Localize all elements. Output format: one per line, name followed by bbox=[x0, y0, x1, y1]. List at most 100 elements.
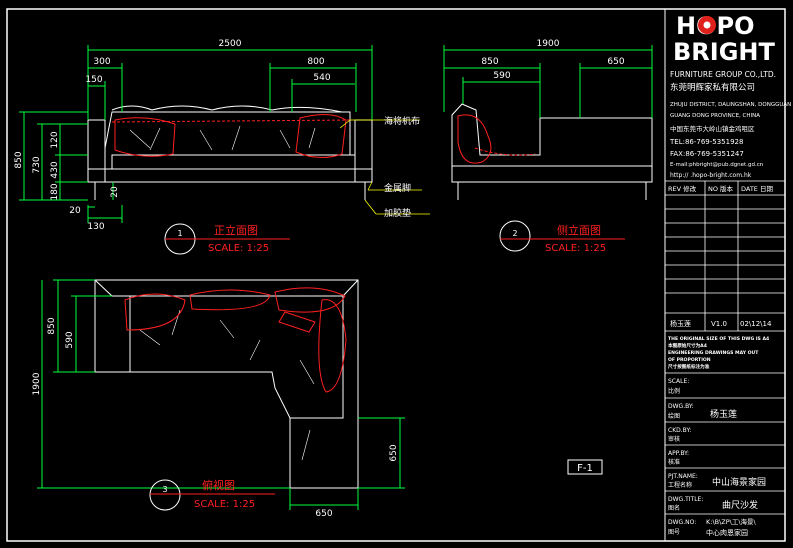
dim-front-seat-height: 430 bbox=[50, 161, 60, 178]
checked-by-label-cn: 审核 bbox=[668, 435, 680, 443]
project-label-cn: 工程名称 bbox=[668, 481, 692, 489]
callout-metal-leg: 金属脚 bbox=[384, 182, 411, 194]
drawing-title-label: DWG.TITLE: bbox=[668, 496, 703, 503]
dim-front-back-height: 730 bbox=[32, 156, 42, 173]
drawn-by-label-cn: 绘图 bbox=[668, 412, 680, 420]
info-table-labels: SCALE: 比例 DWG.BY: 绘图 杨玉莲 CKD.BY: 审核 APP.… bbox=[668, 378, 766, 537]
dim-front-seat-back: 800 bbox=[307, 57, 324, 67]
plan-view-title: 俯视图 bbox=[202, 478, 235, 492]
checked-by-label: CKD.BY: bbox=[668, 427, 691, 434]
drawing-title-value: 曲尺沙发 bbox=[722, 499, 758, 511]
dim-side-seat-depth: 850 bbox=[481, 57, 498, 67]
scale-label-cn: 比例 bbox=[668, 387, 680, 395]
sheet-label: F-1 bbox=[577, 463, 593, 474]
plan-corner-a bbox=[94, 279, 113, 297]
revision-table-headers: REV 修改 NO 版本 DATE 日期 bbox=[668, 184, 773, 193]
company-name-cn: 东莞明辉家私有限公司 bbox=[670, 82, 755, 93]
front-right-cushion bbox=[295, 114, 347, 158]
plan-cushion-mid bbox=[189, 289, 271, 311]
plan-cushion-left bbox=[124, 293, 186, 331]
dim-front-leg-height: 180 bbox=[50, 183, 60, 200]
plan-cushion-small bbox=[278, 311, 316, 333]
drawn-by-value: 杨玉莲 bbox=[710, 408, 737, 420]
front-left-cushion bbox=[114, 117, 176, 157]
company-name-en: FURNITURE GROUP CO.,LTD. bbox=[670, 70, 776, 79]
front-dimension-lines bbox=[19, 45, 373, 223]
front-seam-line bbox=[111, 119, 351, 123]
side-cushion bbox=[457, 114, 492, 164]
company-logo: HOPO BRIGHT bbox=[673, 12, 775, 66]
title-block: HOPO BRIGHT FURNITURE GROUP CO.,LTD. 东莞明… bbox=[665, 12, 791, 537]
plan-cushion-right bbox=[274, 287, 346, 313]
size-notice: THE ORIGINAL SIZE OF THIS DWG IS A4 本图原始… bbox=[667, 336, 769, 370]
dim-plan-back-depth: 590 bbox=[65, 331, 75, 348]
phone-number: TEL:86-769-5351928 bbox=[669, 138, 743, 146]
side-view-title: 侧立面图 bbox=[557, 223, 601, 237]
dim-front-arm-top: 120 bbox=[50, 131, 60, 148]
dim-plan-depth: 850 bbox=[47, 317, 57, 334]
rev-header-change: REV 修改 bbox=[668, 184, 697, 193]
approved-by-label: APP.BY: bbox=[668, 450, 689, 457]
callout-fabric: 海将机布 bbox=[384, 115, 420, 127]
email-address: E-mail:phbright@pub.dgnet.gd.cn bbox=[670, 162, 764, 168]
plan-cushion-chaise bbox=[318, 299, 347, 393]
company-info: FURNITURE GROUP CO.,LTD. 东莞明辉家私有限公司 ZHUJ… bbox=[669, 70, 791, 179]
plan-view-scale: SCALE: 1:25 bbox=[194, 499, 255, 510]
drawn-by-label: DWG.BY: bbox=[668, 403, 694, 410]
dim-plan-overall-length: 1900 bbox=[32, 372, 42, 395]
info-table-grid bbox=[665, 372, 785, 515]
front-elevation: 2500 300 150 800 540 850 730 120 430 180… bbox=[14, 39, 430, 255]
plan-seat-edge bbox=[112, 295, 344, 419]
drawing-number-label: DWG.NO: bbox=[668, 519, 696, 526]
dim-plan-chaise-leg: 650 bbox=[389, 444, 399, 461]
drawing-title-label-cn: 图名 bbox=[668, 504, 680, 512]
notice-line-1: THE ORIGINAL SIZE OF THIS DWG IS A4 bbox=[668, 336, 769, 342]
cad-drawing-sheet: 2500 300 150 800 540 850 730 120 430 180… bbox=[6, 8, 791, 542]
dim-side-overall-depth: 1900 bbox=[537, 39, 560, 49]
scale-label: SCALE: bbox=[668, 378, 689, 385]
drawing-number-label-cn: 图号 bbox=[668, 529, 680, 536]
front-right-arm bbox=[354, 119, 373, 183]
notice-line-5: 尺寸按图纸标注为准 bbox=[668, 363, 710, 370]
approved-by-label-cn: 核准 bbox=[668, 458, 680, 466]
side-seam bbox=[474, 147, 536, 156]
side-sofa-outline bbox=[451, 103, 653, 200]
website-url: http:// .hopo-bright.com.hk bbox=[670, 172, 752, 179]
notice-line-2: 本图原始尺寸为A4 bbox=[667, 342, 707, 349]
side-body bbox=[451, 103, 653, 183]
dim-plan-chaise-width: 650 bbox=[315, 509, 332, 519]
dim-front-arm-width: 300 bbox=[93, 57, 110, 67]
plan-cushion-highlights bbox=[124, 287, 347, 393]
logo-red-o-center bbox=[703, 21, 711, 29]
signoff-date: 02\12\14 bbox=[740, 320, 772, 328]
side-elevation: 1900 850 590 650 2 侧立面图 SCALE: 1:25 bbox=[443, 39, 653, 254]
callout-rubber-pad: 加胶垫 bbox=[384, 207, 411, 219]
front-cushion-highlights bbox=[111, 114, 351, 158]
notice-line-3: ENGINEERING DRAWINGS MAY OUT bbox=[668, 350, 759, 356]
revision-signoff-row: 杨玉莲 V1.0 02\12\14 bbox=[670, 319, 772, 328]
dim-front-leg-width: 130 bbox=[87, 222, 104, 232]
drawing-number-value: K:\B\ZP\工\海景\ bbox=[706, 517, 757, 526]
side-view-number: 2 bbox=[512, 229, 517, 238]
front-view-number: 1 bbox=[177, 229, 182, 238]
address-en-1: ZHUJU DISTRICT, DALINGSHAN, DONGGUAN bbox=[670, 102, 791, 108]
project-label: PJT.NAME: bbox=[668, 473, 698, 480]
side-cushion-highlights bbox=[457, 114, 536, 164]
plan-corner-b bbox=[342, 279, 359, 297]
dim-front-leg-offset: 20 bbox=[110, 186, 120, 198]
front-fabric-folds bbox=[129, 125, 316, 151]
signoff-version: V1.0 bbox=[711, 320, 727, 328]
front-view-title: 正立面图 bbox=[214, 223, 258, 237]
dim-front-total-height: 850 bbox=[14, 151, 24, 168]
plan-view: 850 590 1900 650 650 3 俯视图 SCALE: 1:25 bbox=[32, 279, 405, 519]
side-view-scale: SCALE: 1:25 bbox=[545, 243, 606, 254]
address-cn: 中国东莞市大岭山镇金鸡咀区 bbox=[670, 124, 755, 133]
front-callout-leaders bbox=[339, 119, 430, 215]
side-dimension-lines bbox=[443, 45, 653, 118]
front-view-scale: SCALE: 1:25 bbox=[208, 243, 269, 254]
dim-front-arm-inner: 150 bbox=[85, 75, 102, 85]
plan-fabric-folds bbox=[139, 309, 315, 461]
rev-header-date: DATE 日期 bbox=[741, 185, 773, 193]
dim-front-cushion: 540 bbox=[313, 73, 330, 83]
fax-number: FAX:86-769-5351247 bbox=[670, 150, 744, 158]
